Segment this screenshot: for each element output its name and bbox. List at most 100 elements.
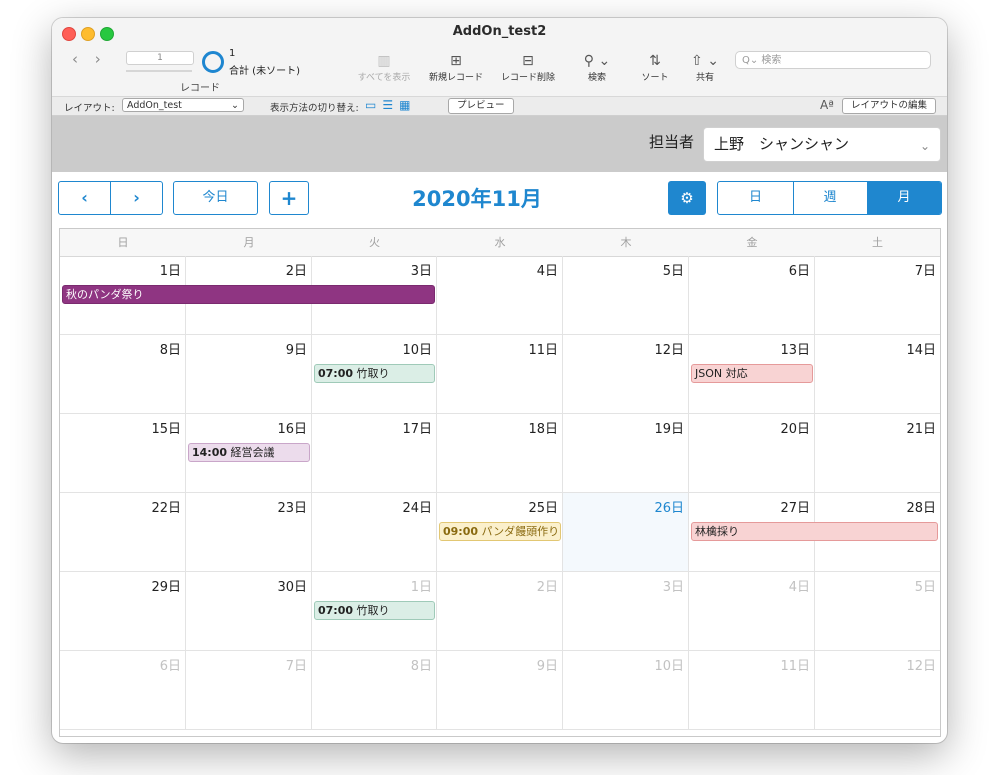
month-grid: 日 月 火 水 木 金 土 1日 2日 3日 4日 5日 6日 7日 8日 9日 10日 11日 12日 13日 14…: [59, 228, 941, 737]
month-title: 2020年11月: [412, 187, 542, 211]
day-cell[interactable]: 4日: [437, 256, 563, 335]
day-number: 9日: [285, 343, 307, 358]
find-button[interactable]: ⚲ ⌄ 検索: [572, 52, 622, 83]
calendar-event[interactable]: JSON 対応: [691, 364, 813, 383]
today-button[interactable]: 今日: [173, 181, 258, 215]
day-cell[interactable]: 7日: [186, 651, 312, 730]
day-cell[interactable]: 18日: [437, 414, 563, 493]
day-number: 21日: [906, 422, 936, 437]
text-size-icon[interactable]: Aª: [820, 98, 834, 112]
view-month-button[interactable]: 月: [867, 182, 941, 214]
calendar-event[interactable]: 秋のパンダ祭り: [62, 285, 435, 304]
view-switch-icons[interactable]: ▭☰▦: [365, 98, 416, 112]
day-cell[interactable]: 26日: [563, 493, 689, 572]
day-cell[interactable]: 11日: [437, 335, 563, 414]
calendar-event[interactable]: 07:00 竹取り: [314, 601, 435, 620]
edit-layout-button[interactable]: レイアウトの編集: [842, 98, 937, 114]
day-number: 25日: [528, 501, 558, 516]
weekday-header: 日月火水木金土: [60, 229, 940, 257]
calendar-event[interactable]: 林檎採り: [691, 522, 938, 541]
day-cell[interactable]: 12日: [815, 651, 940, 730]
day-cell[interactable]: 6日: [60, 651, 186, 730]
show-all-button[interactable]: ▥ すべてを表示: [352, 52, 416, 83]
assignee-select[interactable]: 上野 シャンシャン ⌄: [703, 127, 941, 162]
day-cell[interactable]: 23日: [186, 493, 312, 572]
day-number: 1日: [410, 580, 432, 595]
view-day-button[interactable]: 日: [718, 182, 794, 214]
weekday-label: 木: [620, 236, 632, 249]
window-title: AddOn_test2: [452, 24, 547, 39]
day-cell[interactable]: 7日: [815, 256, 940, 335]
day-cell[interactable]: 15日: [60, 414, 186, 493]
day-cell[interactable]: 10日: [563, 651, 689, 730]
record-nav-arrows[interactable]: ‹ ›: [72, 50, 107, 68]
preview-button[interactable]: プレビュー: [448, 98, 514, 114]
day-cell[interactable]: 30日: [186, 572, 312, 651]
day-cell[interactable]: 9日: [437, 651, 563, 730]
day-number: 16日: [277, 422, 307, 437]
day-cell[interactable]: 21日: [815, 414, 940, 493]
calendar-header: ‹ › 今日 + 2020年11月 ⚙ 日 週 月: [52, 173, 947, 226]
calendar-event[interactable]: 07:00 竹取り: [314, 364, 435, 383]
day-number: 29日: [151, 580, 181, 595]
day-cell[interactable]: 3日: [563, 572, 689, 651]
view-week-button[interactable]: 週: [793, 182, 868, 214]
prev-month-button[interactable]: ‹: [58, 181, 111, 215]
day-number: 7日: [285, 659, 307, 674]
day-cell[interactable]: 24日: [312, 493, 437, 572]
day-number: 7日: [914, 264, 936, 279]
add-event-button[interactable]: +: [269, 181, 309, 215]
day-cell[interactable]: 9日: [186, 335, 312, 414]
day-number: 1日: [159, 264, 181, 279]
day-cell[interactable]: 11日: [689, 651, 815, 730]
weekday-label: 月: [243, 236, 255, 249]
day-number: 23日: [277, 501, 307, 516]
day-number: 13日: [780, 343, 810, 358]
day-number: 27日: [780, 501, 810, 516]
day-cell[interactable]: 8日: [60, 335, 186, 414]
chevron-down-icon: ⌄: [231, 100, 239, 111]
day-number: 6日: [788, 264, 810, 279]
record-number-field[interactable]: 1: [126, 51, 194, 65]
day-cell[interactable]: 2日: [437, 572, 563, 651]
magnifier-icon: ⚲ ⌄: [583, 53, 611, 69]
event-time: 07:00: [318, 604, 354, 617]
day-cell[interactable]: 20日: [689, 414, 815, 493]
day-number: 3日: [662, 580, 684, 595]
calendar-event[interactable]: 14:00 経営会議: [188, 443, 310, 462]
share-button[interactable]: ⇧ ⌄ 共有: [682, 52, 728, 83]
day-cell[interactable]: 14日: [815, 335, 940, 414]
day-cell[interactable]: 17日: [312, 414, 437, 493]
layout-select[interactable]: AddOn_test ⌄: [122, 98, 244, 112]
day-number: 15日: [151, 422, 181, 437]
search-input[interactable]: Q⌄ 検索: [735, 51, 931, 69]
sort-button[interactable]: ⇅ ソート: [630, 52, 680, 83]
day-cell[interactable]: 12日: [563, 335, 689, 414]
record-progress-icon: [202, 51, 224, 73]
event-title: 経営会議: [230, 446, 275, 459]
day-cell[interactable]: 4日: [689, 572, 815, 651]
day-cell[interactable]: 29日: [60, 572, 186, 651]
day-number: 8日: [410, 659, 432, 674]
stack-icon: ▥: [377, 53, 391, 69]
day-cell[interactable]: 19日: [563, 414, 689, 493]
day-number: 17日: [402, 422, 432, 437]
gear-icon[interactable]: ⚙: [668, 181, 706, 215]
record-label: レコード: [180, 83, 220, 94]
day-cell[interactable]: 5日: [815, 572, 940, 651]
day-cell[interactable]: 6日: [689, 256, 815, 335]
event-title: 竹取り: [356, 367, 390, 380]
calendar-event[interactable]: 09:00 パンダ饅頭作り: [439, 522, 561, 541]
next-month-button[interactable]: ›: [110, 181, 163, 215]
new-record-button[interactable]: ⊞ 新規レコード: [424, 52, 488, 83]
day-cell[interactable]: 8日: [312, 651, 437, 730]
layout-label: レイアウト:: [64, 103, 115, 114]
day-cell[interactable]: 22日: [60, 493, 186, 572]
weekday-label: 土: [872, 236, 883, 249]
event-time: 09:00: [443, 525, 479, 538]
view-switch-label: 表示方法の切り替え:: [270, 103, 359, 114]
delete-record-button[interactable]: ⊟ レコード削除: [496, 52, 560, 83]
record-slider[interactable]: [126, 70, 192, 72]
day-cell[interactable]: 5日: [563, 256, 689, 335]
plus-square-icon: ⊞: [450, 53, 462, 69]
